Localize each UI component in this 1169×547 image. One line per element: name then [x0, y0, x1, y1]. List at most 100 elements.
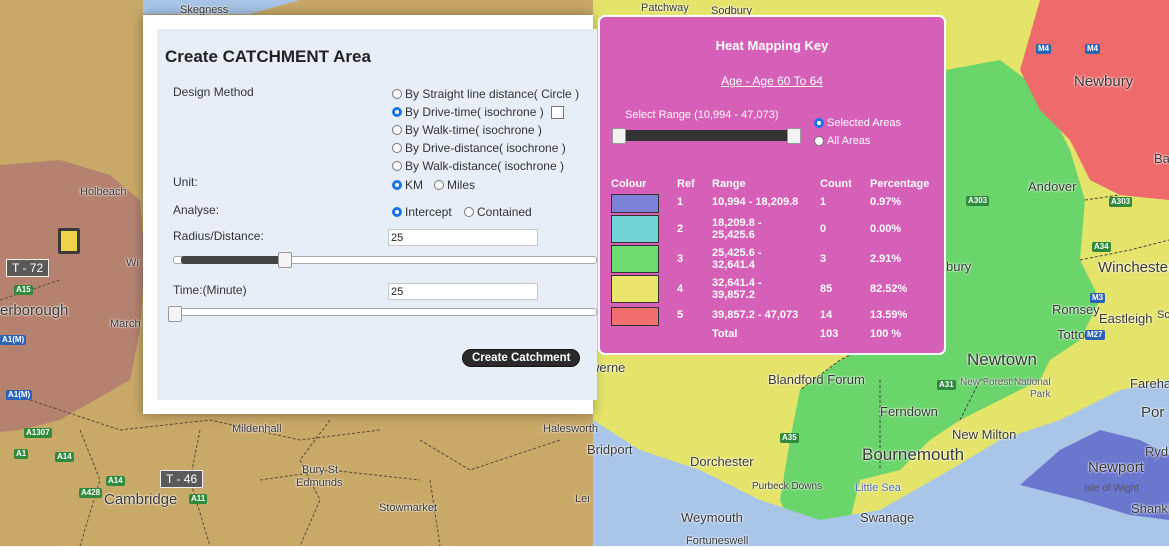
- map-label-march: March: [110, 318, 141, 330]
- time-input[interactable]: 25: [388, 283, 538, 300]
- legend-pct-5: 13.59%: [870, 309, 908, 321]
- legend-pct-4: 82.52%: [870, 283, 908, 295]
- legend-count-2: 0: [820, 223, 827, 235]
- heat-key-range-max-handle[interactable]: [787, 128, 801, 144]
- total-count: 103: [820, 328, 839, 340]
- heat-key-subtitle-link[interactable]: Age - Age 60 To 64: [600, 74, 944, 88]
- method-drive-time[interactable]: By Drive-time( isochrone ): [392, 105, 564, 119]
- map-label-sc: Sc: [1157, 309, 1169, 321]
- selected-areas-label: Selected Areas: [827, 117, 901, 129]
- time-slider[interactable]: [173, 308, 597, 316]
- map-label-newbury: Newbury: [1074, 73, 1134, 90]
- heat-key-range-slider[interactable]: [618, 130, 801, 141]
- road-label-a35: A35: [780, 433, 799, 443]
- map-label-mildenhall: Mildenhall: [232, 423, 282, 435]
- heat-key-range-label: Select Range (10,994 - 47,073): [625, 109, 779, 121]
- map-label-romsey: Romsey: [1052, 302, 1100, 317]
- radio-icon[interactable]: [392, 125, 402, 135]
- catchment-title: Create CATCHMENT Area: [165, 47, 371, 66]
- method-label: By Drive-time( isochrone ): [405, 105, 544, 119]
- map-label-blandford: Blandford Forum: [768, 372, 865, 387]
- legend-range-4: 32,641.4 - 39,857.2: [712, 277, 762, 301]
- map-label-newtown: Newtown: [967, 350, 1037, 369]
- legend-range-5: 39,857.2 - 47,073: [712, 309, 799, 321]
- map-label-swanage: Swanage: [860, 510, 915, 525]
- method-label: By Drive-distance( isochrone ): [405, 141, 566, 155]
- legend-swatch-4: [611, 275, 659, 303]
- map-label-newmilton: New Milton: [952, 427, 1017, 442]
- catchment-panel-body: Create CATCHMENT Area Design Method By S…: [157, 29, 597, 400]
- map-marker-pin-icon[interactable]: [58, 228, 80, 254]
- road-label-m4-2: M4: [1085, 44, 1101, 54]
- map-label-littlesea: Little Sea: [855, 482, 901, 494]
- heat-key-title: Heat Mapping Key: [715, 38, 829, 53]
- radius-label: Radius/Distance:: [173, 229, 264, 243]
- radio-icon[interactable]: [392, 161, 402, 171]
- heat-mapping-key: Heat Mapping Key Age - Age 60 To 64 Sele…: [598, 15, 946, 355]
- road-label-a428: A428: [79, 488, 103, 498]
- road-label-a14-2: A14: [106, 476, 125, 486]
- radio-icon[interactable]: [814, 136, 824, 146]
- method-label: By Straight line distance( Circle ): [405, 87, 580, 101]
- radio-checked-icon[interactable]: [814, 118, 824, 128]
- heat-key-all-areas-option[interactable]: All Areas: [814, 135, 870, 147]
- legend-swatch-5: [611, 307, 659, 326]
- radius-slider-handle[interactable]: [278, 252, 292, 268]
- all-areas-label: All Areas: [827, 135, 871, 147]
- legend-pct-2: 0.00%: [870, 223, 902, 235]
- analyse-intercept-option[interactable]: Intercept: [392, 205, 452, 219]
- radio-icon[interactable]: [392, 143, 402, 153]
- heat-key-selected-areas-option[interactable]: Selected Areas: [814, 117, 901, 129]
- map-label-cambridge: Cambridge: [104, 491, 178, 508]
- map-label-holbeach: Holbeach: [80, 186, 127, 198]
- map-label-halesworth: Halesworth: [543, 423, 599, 435]
- unit-miles-label: Miles: [447, 178, 476, 192]
- method-label: By Walk-time( isochrone ): [405, 123, 542, 137]
- road-label-m4: M4: [1036, 44, 1052, 54]
- road-label-a15: A15: [14, 285, 33, 295]
- map-label-park: Park: [1030, 389, 1051, 400]
- radio-icon[interactable]: [464, 207, 474, 217]
- road-label-a1m: A1(M): [0, 335, 27, 345]
- map-label-ferndown: Ferndown: [880, 404, 938, 419]
- method-drive-distance[interactable]: By Drive-distance( isochrone ): [392, 141, 566, 155]
- map-label-weymouth: Weymouth: [681, 510, 743, 525]
- create-catchment-button[interactable]: Create Catchment: [462, 349, 581, 367]
- radio-icon[interactable]: [434, 180, 444, 190]
- map-label-stowmarket: Stowmarket: [379, 502, 438, 514]
- time-slider-handle[interactable]: [168, 306, 182, 322]
- road-label-m27: M27: [1085, 330, 1105, 340]
- map-label-ryde: Ryd: [1145, 444, 1169, 459]
- method-label: By Walk-distance( isochrone ): [405, 159, 564, 173]
- map-marker-label-t46: T - 46: [160, 470, 204, 488]
- map-label-fareham: Fareha: [1130, 376, 1169, 391]
- legend-swatch-3: [611, 245, 659, 273]
- radius-slider-fill: [181, 256, 285, 264]
- legend-count-1: 1: [820, 196, 827, 208]
- unit-km-label: KM: [405, 178, 423, 192]
- method-walk-distance[interactable]: By Walk-distance( isochrone ): [392, 159, 564, 173]
- road-label-a1: A1: [14, 449, 29, 459]
- radio-checked-icon[interactable]: [392, 180, 402, 190]
- legend-swatch-1: [611, 194, 659, 213]
- map-label-eastleigh: Eastleigh: [1099, 311, 1153, 326]
- radius-input[interactable]: 25: [388, 229, 538, 246]
- col-header-range: Range: [712, 178, 746, 190]
- radio-checked-icon[interactable]: [392, 207, 402, 217]
- radio-checked-icon[interactable]: [392, 107, 402, 117]
- road-label-a14: A14: [55, 452, 74, 462]
- unit-km-option[interactable]: KM: [392, 178, 423, 192]
- drive-time-checkbox[interactable]: [550, 105, 564, 119]
- legend-count-5: 14: [820, 309, 833, 321]
- radio-icon[interactable]: [392, 89, 402, 99]
- col-header-ref: Ref: [677, 178, 695, 190]
- method-walk-time[interactable]: By Walk-time( isochrone ): [392, 123, 542, 137]
- legend-ref-4: 4: [677, 283, 684, 295]
- method-straight-line[interactable]: By Straight line distance( Circle ): [392, 87, 579, 101]
- unit-miles-option[interactable]: Miles: [434, 178, 475, 192]
- map-label-bournemouth: Bournemouth: [862, 445, 965, 464]
- map-label-peterborough: erborough: [0, 302, 69, 319]
- map-label-wi: Wi: [126, 257, 139, 269]
- analyse-contained-option[interactable]: Contained: [464, 205, 532, 219]
- heat-key-range-min-handle[interactable]: [612, 128, 626, 144]
